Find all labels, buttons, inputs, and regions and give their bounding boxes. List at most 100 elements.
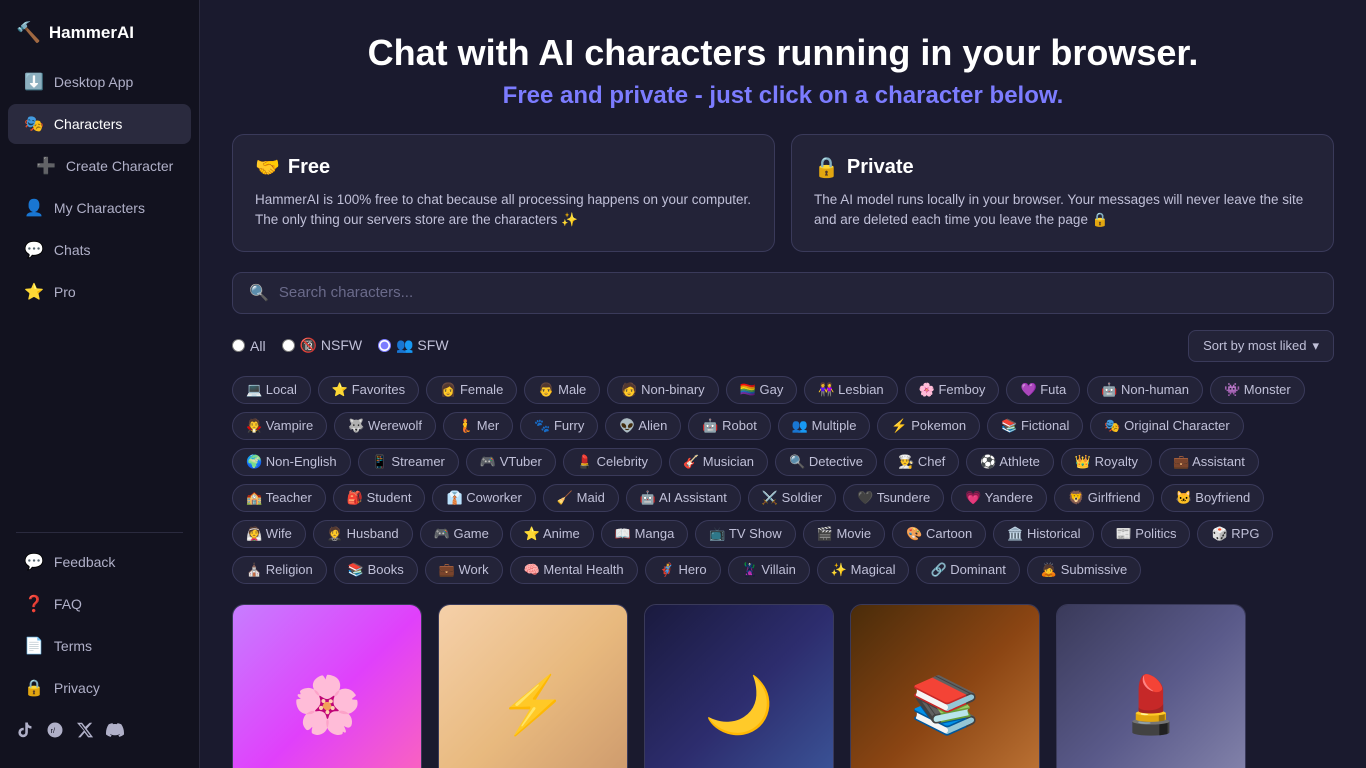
free-card-text: HammerAI is 100% free to chat because al… <box>255 190 752 231</box>
tag-vampire[interactable]: 🧛 Vampire <box>232 412 327 440</box>
sidebar-item-pro[interactable]: ⭐ Pro <box>8 272 191 312</box>
character-card-nanagami[interactable]: 🌙 Nanagami Rin <box>644 604 834 768</box>
tag-multiple[interactable]: 👥 Multiple <box>778 412 871 440</box>
tag-game[interactable]: 🎮 Game <box>420 520 503 548</box>
sort-button[interactable]: Sort by most liked ▾ <box>1188 330 1334 362</box>
twitter-icon[interactable] <box>76 721 94 744</box>
search-input[interactable] <box>279 284 1317 301</box>
tag-lesbian[interactable]: 👭 Lesbian <box>804 376 897 404</box>
sidebar-item-label: FAQ <box>54 596 82 612</box>
filter-all[interactable]: All <box>232 338 266 354</box>
tag-non-human[interactable]: 🤖 Non-human <box>1087 376 1203 404</box>
tag-royalty[interactable]: 👑 Royalty <box>1061 448 1152 476</box>
discord-icon[interactable] <box>106 721 124 744</box>
tag-celebrity[interactable]: 💄 Celebrity <box>563 448 662 476</box>
tag-local[interactable]: 💻 Local <box>232 376 311 404</box>
character-image-abby: 🌸 <box>233 605 421 768</box>
tag-assistant[interactable]: 💼 Assistant <box>1159 448 1259 476</box>
tag-vtuber[interactable]: 🎮 VTuber <box>466 448 556 476</box>
tag-cartoon[interactable]: 🎨 Cartoon <box>892 520 986 548</box>
tag-books[interactable]: 📚 Books <box>334 556 418 584</box>
sidebar-item-label: Feedback <box>54 554 115 570</box>
tag-wife[interactable]: 👰 Wife <box>232 520 306 548</box>
tiktok-icon[interactable] <box>16 721 34 744</box>
tag-futa[interactable]: 💜 Futa <box>1006 376 1080 404</box>
tag-mer[interactable]: 🧜 Mer <box>443 412 513 440</box>
tag-non-binary[interactable]: 🧑 Non-binary <box>607 376 718 404</box>
tag-robot[interactable]: 🤖 Robot <box>688 412 771 440</box>
tag-anime[interactable]: ⭐ Anime <box>510 520 594 548</box>
character-image-denki: ⚡ <box>439 605 627 768</box>
tag-hero[interactable]: 🦸 Hero <box>645 556 721 584</box>
tag-rpg[interactable]: 🎲 RPG <box>1197 520 1273 548</box>
tag-monster[interactable]: 👾 Monster <box>1210 376 1305 404</box>
tag-mental-health[interactable]: 🧠 Mental Health <box>510 556 638 584</box>
tag-coworker[interactable]: 👔 Coworker <box>432 484 535 512</box>
tag-magical[interactable]: ✨ Magical <box>817 556 910 584</box>
tag-streamer[interactable]: 📱 Streamer <box>358 448 459 476</box>
tag-non-english[interactable]: 🌍 Non-English <box>232 448 351 476</box>
tag-historical[interactable]: 🏛️ Historical <box>993 520 1094 548</box>
tag-girlfriend[interactable]: 🦁 Girlfriend <box>1054 484 1155 512</box>
sidebar-item-feedback[interactable]: 💬 Feedback <box>8 542 191 582</box>
tag-manga[interactable]: 📖 Manga <box>601 520 689 548</box>
tag-male[interactable]: 👨 Male <box>524 376 600 404</box>
sidebar-item-characters[interactable]: 🎭 Characters <box>8 104 191 144</box>
tag-ai-assistant[interactable]: 🤖 AI Assistant <box>626 484 741 512</box>
free-card: 🤝 Free HammerAI is 100% free to chat bec… <box>232 134 775 252</box>
character-card-cora[interactable]: 📚 Cora <box>850 604 1040 768</box>
tag-student[interactable]: 🎒 Student <box>333 484 426 512</box>
app-logo[interactable]: 🔨 HammerAI <box>0 12 199 61</box>
character-emoji-denki: ⚡ <box>498 672 568 738</box>
tag-politics[interactable]: 📰 Politics <box>1101 520 1190 548</box>
feedback-icon: 💬 <box>24 552 44 572</box>
tag-alien[interactable]: 👽 Alien <box>605 412 681 440</box>
tag-yandere[interactable]: 💗 Yandere <box>951 484 1047 512</box>
tag-tsundere[interactable]: 🖤 Tsundere <box>843 484 944 512</box>
sidebar-item-faq[interactable]: ❓ FAQ <box>8 584 191 624</box>
tag-femboy[interactable]: 🌸 Femboy <box>905 376 1000 404</box>
tag-werewolf[interactable]: 🐺 Werewolf <box>334 412 436 440</box>
tag-submissive[interactable]: 🙇 Submissive <box>1027 556 1141 584</box>
tag-tv-show[interactable]: 📺 TV Show <box>695 520 795 548</box>
tag-female[interactable]: 👩 Female <box>426 376 517 404</box>
tag-favorites[interactable]: ⭐ Favorites <box>318 376 419 404</box>
sidebar-item-my-characters[interactable]: 👤 My Characters <box>8 188 191 228</box>
tag-soldier[interactable]: ⚔️ Soldier <box>748 484 836 512</box>
tag-furry[interactable]: 🐾 Furry <box>520 412 598 440</box>
tag-original-character[interactable]: 🎭 Original Character <box>1090 412 1243 440</box>
tag-movie[interactable]: 🎬 Movie <box>803 520 885 548</box>
character-card-abby[interactable]: 🌸 Abby <box>232 604 422 768</box>
tag-row: 🏫 Teacher🎒 Student👔 Coworker 🧹 Maid🤖 AI A… <box>232 484 1334 512</box>
tag-work[interactable]: 💼 Work <box>425 556 503 584</box>
characters-grid: 🌸 Abby ⚡ Streamer Bf Denki Kamanari 🌙 Na… <box>232 604 1334 768</box>
tag-teacher[interactable]: 🏫 Teacher <box>232 484 326 512</box>
tag-fictional[interactable]: 📚 Fictional <box>987 412 1083 440</box>
tag-detective[interactable]: 🔍 Detective <box>775 448 877 476</box>
tag-villain[interactable]: 🦹 Villain <box>728 556 810 584</box>
tag-religion[interactable]: ⛪ Religion <box>232 556 327 584</box>
character-card-lily[interactable]: 💄 Lily Johnson <box>1056 604 1246 768</box>
tag-row: 🧛 Vampire🐺 Werewolf🧜 Mer🐾 Furry👽 Alien🤖 … <box>232 412 1334 440</box>
tag-chef[interactable]: 👨‍🍳 Chef <box>884 448 959 476</box>
sidebar-item-label: Chats <box>54 242 91 258</box>
tag-row: 👰 Wife🤵 Husband🎮 Game⭐ Anime📖 Manga📺 TV … <box>232 520 1334 548</box>
sidebar-item-privacy[interactable]: 🔒 Privacy <box>8 668 191 708</box>
tag-athlete[interactable]: ⚽ Athlete <box>966 448 1054 476</box>
sidebar-item-create-character[interactable]: ➕ Create Character <box>8 146 191 186</box>
sidebar-item-chats[interactable]: 💬 Chats <box>8 230 191 270</box>
tag-musician[interactable]: 🎸 Musician <box>669 448 768 476</box>
character-card-denki[interactable]: ⚡ Streamer Bf Denki Kamanari <box>438 604 628 768</box>
sidebar-item-desktop-app[interactable]: ⬇️ Desktop App <box>8 62 191 102</box>
filter-sfw[interactable]: 👥 SFW <box>378 337 448 354</box>
tag-dominant[interactable]: 🔗 Dominant <box>916 556 1019 584</box>
filter-nsfw[interactable]: 🔞 NSFW <box>282 337 363 354</box>
tag-pokemon[interactable]: ⚡ Pokemon <box>877 412 980 440</box>
filter-radio-group: All 🔞 NSFW 👥 SFW <box>232 337 1178 354</box>
tag-boyfriend[interactable]: 🐱 Boyfriend <box>1161 484 1264 512</box>
tag-gay[interactable]: 🏳️‍🌈 Gay <box>726 376 798 404</box>
reddit-icon[interactable]: r/ <box>46 721 64 744</box>
sidebar-item-terms[interactable]: 📄 Terms <box>8 626 191 666</box>
tag-husband[interactable]: 🤵 Husband <box>313 520 413 548</box>
tag-maid[interactable]: 🧹 Maid <box>543 484 619 512</box>
